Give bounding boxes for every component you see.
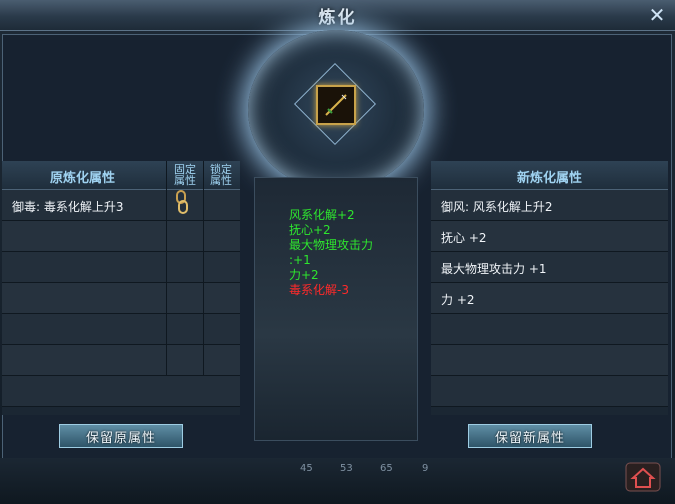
title-bar: 炼化 ✕ (0, 0, 675, 31)
fixed-attr-column-header: 固定属性 (174, 163, 196, 187)
original-attribute-row (2, 252, 240, 283)
keep-original-button[interactable]: 保留原属性 (59, 424, 183, 448)
weapon-icon (325, 94, 347, 116)
new-attributes-header: 新炼化属性 (431, 161, 668, 190)
attribute-change-line: 最大物理攻击力 (289, 238, 374, 252)
chain-icon[interactable] (174, 190, 190, 216)
attribute-change-line: :+1 (289, 253, 311, 267)
attribute-change-list: 风系化解+2 抚心+2 最大物理攻击力:+1 力+2 毒系化解-3 (289, 208, 373, 298)
attribute-change-line: 风系化解+2 (289, 208, 355, 222)
dock-slot-number: 45 (300, 463, 313, 474)
close-icon[interactable]: ✕ (647, 5, 667, 25)
attribute-change-line: 力+2 (289, 268, 319, 282)
item-slot[interactable] (316, 85, 356, 125)
new-attribute-text: 抚心 +2 (441, 231, 487, 245)
new-attribute-text: 力 +2 (441, 293, 475, 307)
original-attribute-row: 御毒: 毒系化解上升3 (2, 190, 240, 221)
original-attribute-row (2, 376, 240, 407)
new-attribute-text: 最大物理攻击力 +1 (441, 262, 547, 276)
column-divider (203, 161, 204, 376)
original-attribute-row (2, 283, 240, 314)
window-title: 炼化 (318, 8, 357, 28)
original-attribute-row (2, 314, 240, 345)
keep-new-button[interactable]: 保留新属性 (468, 424, 592, 448)
new-attribute-row (431, 345, 668, 376)
original-attribute-text: 御毒: 毒系化解上升3 (12, 200, 124, 214)
dock-slot-number: 53 (340, 463, 353, 474)
original-attributes-header: 原炼化属性 固定属性 锁定属性 (2, 161, 240, 190)
original-attribute-row (2, 221, 240, 252)
original-attributes-title: 原炼化属性 (50, 171, 116, 186)
attribute-change-panel: 风系化解+2 抚心+2 最大物理攻击力:+1 力+2 毒系化解-3 (254, 177, 418, 441)
column-divider (166, 161, 167, 376)
new-attribute-row: 抚心 +2 (431, 221, 668, 252)
bottom-dock (0, 458, 675, 504)
dock-slot-number: 65 (380, 463, 393, 474)
refine-window: 炼化 ✕ 原炼化属性 固定属性 锁定属性 御毒: 毒系化解上升3 风系化解+2 抚… (0, 0, 675, 504)
attribute-change-line: 毒系化解-3 (289, 283, 349, 297)
new-attribute-row: 御风: 风系化解上升2 (431, 190, 668, 221)
new-attribute-text: 御风: 风系化解上升2 (441, 200, 553, 214)
new-attribute-row (431, 314, 668, 345)
new-attributes-panel: 新炼化属性 御风: 风系化解上升2 抚心 +2 最大物理攻击力 +1 力 +2 (431, 161, 668, 415)
new-attribute-row: 最大物理攻击力 +1 (431, 252, 668, 283)
lock-attr-column-header: 锁定属性 (210, 163, 232, 187)
new-attribute-row (431, 376, 668, 407)
original-attribute-row (2, 345, 240, 376)
new-attributes-title: 新炼化属性 (517, 171, 583, 186)
attribute-change-line: 抚心+2 (289, 223, 331, 237)
dock-slot-number: 9 (422, 463, 429, 474)
new-attribute-row: 力 +2 (431, 283, 668, 314)
original-attributes-panel: 原炼化属性 固定属性 锁定属性 御毒: 毒系化解上升3 (2, 161, 240, 415)
home-icon[interactable] (625, 462, 661, 492)
